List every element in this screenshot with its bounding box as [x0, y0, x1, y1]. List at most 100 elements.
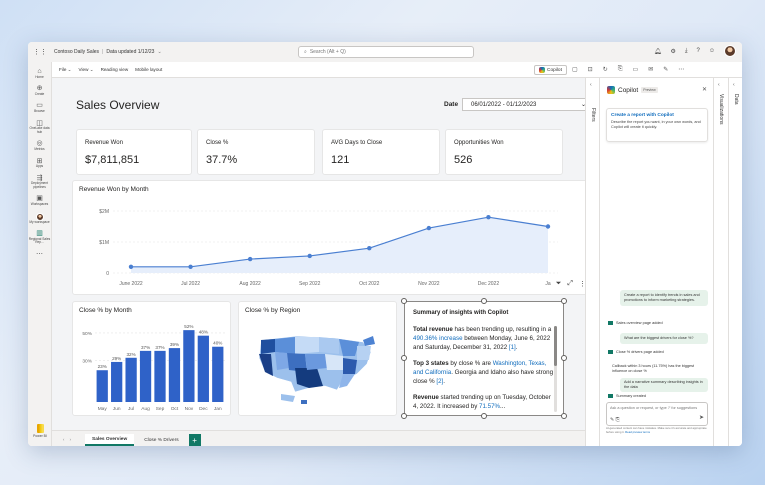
copilot-prompt-input[interactable]: Ask a question or request, or type '/' f… [606, 402, 708, 426]
tab-close-drivers[interactable]: Close % Drivers [137, 434, 185, 446]
resize-handle[interactable] [401, 355, 407, 361]
kpi-card-avg-days[interactable]: AVG Days to Close 121 [322, 129, 440, 175]
resize-handle[interactable] [561, 355, 567, 361]
chevron-left-icon[interactable]: ‹ [63, 438, 65, 443]
more-options-icon[interactable]: ⋯ [678, 66, 684, 73]
visualizations-label: Visualizations [718, 94, 724, 125]
user-message: Add a narrative summary describing insig… [620, 378, 708, 393]
kpi-value: 37.7% [206, 154, 238, 166]
resize-handle[interactable] [401, 413, 407, 419]
attach-icon[interactable]: ✎ ⎘ [610, 417, 620, 424]
bar [197, 335, 209, 402]
data-label: 39% [170, 342, 179, 347]
resize-handle[interactable] [481, 298, 487, 304]
share-icon[interactable]: ⎘ [618, 66, 623, 73]
insight-reference-link[interactable]: [1] [509, 344, 516, 351]
preview-terms-link[interactable]: Read preview terms [625, 430, 650, 434]
report-page-icon [608, 321, 613, 325]
resize-handle[interactable] [561, 298, 567, 304]
resize-handle[interactable] [561, 413, 567, 419]
filters-pane-collapsed[interactable]: ‹ Filters [585, 78, 599, 446]
bookmark-icon[interactable]: ⊡ [588, 66, 593, 73]
search-input[interactable]: ⌕ Search (Alt + Q) [298, 46, 474, 58]
insights-card[interactable]: Summary of insights with Copilot Total r… [404, 301, 564, 416]
nav-workspaces[interactable]: ▣ Workspaces [28, 195, 51, 206]
insight-paragraph-3: Revenue started trending up on Tuesday, … [413, 394, 555, 412]
chevron-left-icon[interactable]: ‹ [733, 82, 735, 88]
focus-mode-icon[interactable]: ⤢ [567, 280, 573, 288]
copilot-title: Copilot [618, 86, 639, 94]
data-updated-label[interactable]: Data updated 1/12/23 [106, 49, 154, 55]
report-name[interactable]: Contoso Daily Sales [54, 49, 99, 55]
nav-apps-label: Apps [35, 164, 44, 169]
x-tick-label: Jun [113, 406, 121, 412]
date-slicer[interactable]: 06/01/2022 - 01/12/2023 ⌄ [462, 98, 592, 111]
data-point [367, 246, 372, 251]
nav-pipelines[interactable]: ⇶ Deployment pipelines [28, 175, 51, 190]
nav-browse[interactable]: ▭ Browse [28, 102, 51, 113]
map-shape [258, 335, 375, 404]
date-range-value: 06/01/2022 - 01/12/2023 [471, 101, 537, 108]
create-report-card[interactable]: Create a report with Copilot Describe th… [606, 108, 708, 142]
nav-metrics[interactable]: ◎ Metrics [28, 140, 51, 151]
nav-home[interactable]: ⌂ Home [28, 68, 51, 79]
power-bi-switcher[interactable]: Power BI [28, 424, 52, 438]
edit-icon[interactable]: ✎ [663, 66, 668, 73]
settings-icon[interactable]: ⚙ [670, 48, 675, 55]
chevron-down-icon[interactable]: ⌄ [157, 49, 161, 55]
report-page-icon [608, 350, 613, 354]
nav-my-workspace[interactable]: My workspace [28, 212, 51, 225]
app-launcher-icon[interactable]: ⋮⋮ [28, 48, 52, 56]
download-icon[interactable]: ⤓ [685, 48, 688, 55]
resize-handle[interactable] [401, 298, 407, 304]
add-page-button[interactable]: + [188, 434, 201, 446]
data-label: 37% [141, 345, 150, 350]
visualizations-pane-collapsed[interactable]: ‹ Visualizations [713, 78, 728, 446]
nav-more[interactable]: ⋯ [28, 251, 51, 259]
chat-icon[interactable]: ▭ [633, 66, 639, 73]
help-icon[interactable]: ? [697, 48, 700, 54]
menu-file[interactable]: File ⌄ [59, 67, 72, 73]
kpi-card-revenue[interactable]: Revenue Won $7,811,851 [76, 129, 192, 175]
menu-file-label: File [59, 66, 67, 72]
close-icon[interactable]: ✕ [702, 86, 707, 93]
filter-icon[interactable]: ⏷ [556, 280, 562, 288]
chevron-right-icon[interactable]: › [70, 438, 72, 443]
report-ribbon: File ⌄ View ⌄ Reading view Mobile layout… [52, 62, 742, 78]
y-tick-label: 0 [106, 271, 109, 277]
notifications-icon[interactable]: 🔔︎ [654, 48, 662, 55]
y-tick-label: $1M [99, 240, 109, 246]
nav-create[interactable]: ⊕ Create [28, 85, 51, 96]
data-point [128, 264, 134, 269]
insights-scrollbar[interactable] [554, 326, 557, 412]
menu-mobile-layout[interactable]: Mobile layout [135, 67, 162, 72]
subscribe-icon[interactable]: ✉ [648, 66, 653, 73]
nav-my-workspace-label: My workspace [29, 219, 50, 224]
feedback-icon[interactable]: ☺ [709, 48, 715, 54]
chevron-left-icon[interactable]: ‹ [718, 82, 720, 88]
x-tick-label: Oct [171, 406, 179, 412]
send-icon[interactable]: ➤ [699, 415, 704, 423]
region-map-card[interactable]: Close % by Region [238, 301, 397, 416]
copilot-button[interactable]: Copilot [534, 65, 567, 75]
nav-apps[interactable]: ⊞ Apps [28, 158, 51, 169]
data-label: 40% [213, 341, 222, 346]
kpi-card-close-pct[interactable]: Close % 37.7% [197, 129, 315, 175]
revenue-chart-card[interactable]: Revenue Won by Month 0 $1M $2M June 2022 Jul… [72, 180, 593, 295]
plus-icon: + [192, 435, 197, 445]
kpi-card-opportunities[interactable]: Opportunities Won 526 [445, 129, 563, 175]
nav-current-report[interactable]: ▥ Regional Sales Rep... [28, 230, 51, 245]
power-bi-label: Power BI [33, 434, 47, 438]
avatar[interactable] [724, 45, 736, 57]
menu-view[interactable]: View ⌄ [79, 67, 94, 73]
chevron-left-icon[interactable]: ‹ [590, 82, 592, 88]
nav-datahub[interactable]: ◫ OneLake data hub [28, 120, 51, 135]
prompt-placeholder: Ask a question or request, or type '/' f… [610, 406, 698, 410]
data-pane-collapsed[interactable]: ‹ Data [728, 78, 742, 446]
refresh-icon[interactable]: ↻ [603, 66, 608, 73]
comment-icon[interactable]: ▢ [572, 66, 578, 73]
menu-reading-view[interactable]: Reading view [101, 67, 129, 72]
resize-handle[interactable] [481, 413, 487, 419]
close-month-chart-card[interactable]: Close % by Month 30% 50% 23% May 29% Jun 32% Ju… [72, 301, 231, 416]
tab-sales-overview[interactable]: Sales Overview [85, 434, 135, 446]
